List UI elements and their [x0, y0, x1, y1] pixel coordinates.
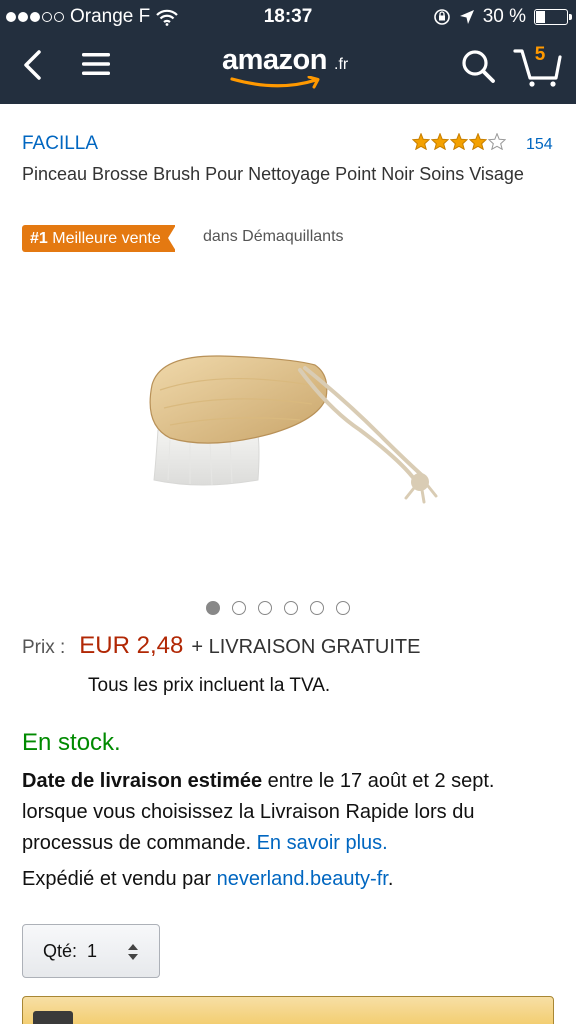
- bestseller-label: Meilleure vente: [52, 230, 161, 247]
- product-image[interactable]: [130, 330, 460, 580]
- location-icon: [459, 10, 474, 24]
- learn-more-link[interactable]: En savoir plus.: [257, 832, 388, 854]
- carousel-dot[interactable]: [206, 601, 220, 615]
- image-carousel-dots[interactable]: [206, 601, 350, 615]
- rating-stars[interactable]: [412, 133, 506, 150]
- nav-bar: amazon .fr 5: [0, 34, 576, 104]
- carousel-dot[interactable]: [258, 601, 272, 615]
- carousel-dot[interactable]: [232, 601, 246, 615]
- bestseller-badge[interactable]: #1 Meilleure vente: [22, 225, 176, 252]
- cart-add-icon: [33, 1011, 73, 1024]
- bestseller-rank: #1: [30, 230, 48, 247]
- quantity-value: 1: [87, 940, 98, 961]
- seller-prefix: Expédié et vendu par: [22, 868, 217, 890]
- rating-count[interactable]: 154: [526, 136, 553, 154]
- star-filled-icon: [450, 133, 468, 150]
- price-row: Prix : EUR 2,48 + LIVRAISON GRATUITE: [22, 632, 420, 660]
- bestseller-category[interactable]: dans Démaquillants: [203, 228, 344, 246]
- top-bar: Orange F 18:37 30 % amazon .fr 5: [0, 0, 576, 104]
- carousel-dot[interactable]: [284, 601, 298, 615]
- amazon-logo[interactable]: amazon .fr: [222, 42, 362, 92]
- logo-text: amazon: [222, 44, 327, 76]
- price-value: EUR 2,48: [79, 632, 184, 659]
- status-right: 30 %: [433, 6, 572, 28]
- price-label: Prix :: [22, 637, 66, 658]
- star-filled-icon: [469, 133, 487, 150]
- free-delivery: + LIVRAISON GRATUITE: [191, 636, 421, 658]
- delivery-estimate: Date de livraison estimée entre le 17 ao…: [22, 766, 552, 859]
- status-bar: Orange F 18:37 30 %: [0, 0, 576, 34]
- product-title: Pinceau Brosse Brush Pour Nettoyage Poin…: [22, 164, 524, 184]
- add-to-cart-button[interactable]: [22, 996, 554, 1024]
- seller-suffix: .: [387, 868, 394, 890]
- seller-info: Expédié et vendu par neverland.beauty-fr…: [22, 868, 393, 891]
- cart-count: 5: [534, 44, 546, 65]
- battery-percent: 30 %: [482, 6, 526, 27]
- stock-status: En stock.: [22, 729, 121, 756]
- vat-note: Tous les prix incluent la TVA.: [88, 675, 331, 696]
- delivery-estimate-label: Date de livraison estimée: [22, 770, 263, 792]
- battery-level: [536, 11, 545, 23]
- cart-button[interactable]: 5: [512, 44, 562, 88]
- back-icon[interactable]: [18, 48, 48, 82]
- smile-icon: [230, 76, 320, 89]
- star-empty-icon: [488, 133, 506, 150]
- battery-icon: [534, 9, 572, 25]
- quantity-select[interactable]: Qté: 1: [22, 924, 160, 978]
- carousel-dot[interactable]: [336, 601, 350, 615]
- star-filled-icon: [412, 133, 430, 150]
- menu-icon[interactable]: [80, 50, 112, 78]
- logo-tld: .fr: [334, 56, 349, 73]
- rotation-lock-icon: [433, 9, 450, 25]
- search-icon[interactable]: [460, 48, 496, 84]
- select-arrows-icon: [128, 944, 138, 960]
- seller-link[interactable]: neverland.beauty-fr: [217, 868, 388, 890]
- carousel-dot[interactable]: [310, 601, 324, 615]
- quantity-label: Qté:: [43, 940, 78, 961]
- star-filled-icon: [431, 133, 449, 150]
- brand-link[interactable]: FACILLA: [22, 133, 98, 155]
